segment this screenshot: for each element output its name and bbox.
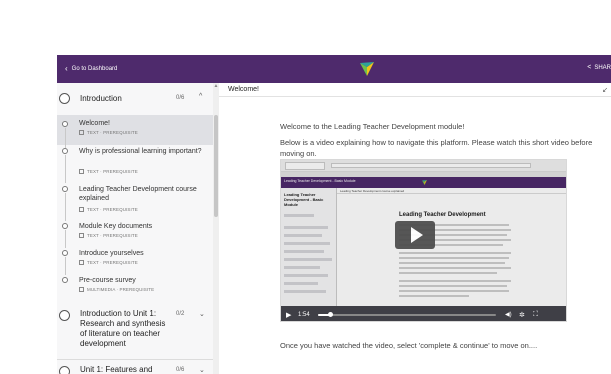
lesson-title: Introduce yourselves [79,250,144,257]
lesson-status-circle [62,186,68,192]
lesson-title: Why is professional learning important? [79,148,202,155]
lesson-meta: TEXT · PREREQUISITE [79,233,138,238]
chevron-up-icon[interactable]: ^ [199,93,202,100]
video-controls: ▶ 1:54 ◀) ✲ ⛶ [281,306,566,321]
section-title: Introduction to Unit 1: Research and syn… [80,309,166,348]
lesson-status-circle [62,250,68,256]
course-sidebar: Introduction 0/6 ^ Welcome! TEXT · PRERE… [57,83,218,374]
text-document-icon [79,130,84,135]
text-document-icon [79,169,84,174]
section-status-circle [59,93,70,104]
lesson-meta-label: TEXT · PREREQUISITE [87,169,138,174]
multimedia-icon [79,287,84,292]
lesson-meta: TEXT · PREREQUISITE [79,207,138,212]
lesson-item-module-key-documents[interactable]: Module Key documents TEXT · PREREQUISITE [57,220,213,247]
chevron-down-icon[interactable]: ⌄ [199,366,205,374]
go-to-dashboard-link[interactable]: ‹ Go to Dashboard [65,65,117,73]
lesson-meta: TEXT · PREREQUISITE [79,130,138,135]
play-icon [410,227,423,243]
completion-instructions: Once you have watched the video, select … [280,341,538,350]
lesson-item-pre-course-survey[interactable]: Pre-course survey MULTIMEDIA · PREREQUIS… [57,274,213,301]
lesson-item-course-explained[interactable]: Leading Teacher Development course expla… [57,183,213,220]
lesson-meta: TEXT · PREREQUISITE [79,260,138,265]
lesson-connector [65,230,66,248]
lesson-header: Welcome! ↙ [219,83,611,97]
section-introduction-to-unit-1[interactable]: Introduction to Unit 1: Research and syn… [57,309,213,349]
text-document-icon [79,207,84,212]
lesson-status-circle [62,148,68,154]
lesson-meta: TEXT · PREREQUISITE [79,169,138,174]
lesson-status-circle [62,277,68,283]
section-status-circle [59,366,70,374]
lesson-meta-label: TEXT · PREREQUISITE [87,130,138,135]
section-status-circle [59,310,70,321]
gear-icon[interactable]: ✲ [519,311,529,319]
section-progress-count: 0/6 [176,367,185,373]
share-label: SHAR [594,64,611,71]
section-progress-count: 0/6 [176,95,185,101]
play-icon[interactable]: ▶ [286,311,294,319]
lesson-status-circle [62,121,68,127]
section-progress-count: 0/2 [176,311,185,317]
video-play-button[interactable] [395,221,435,249]
share-icon: < [587,64,592,71]
video-progress-bar[interactable] [318,311,496,317]
go-to-dashboard-label: Go to Dashboard [71,66,118,72]
intro-text: Welcome to the Leading Teacher Developme… [280,122,465,131]
sidebar-scrollbar-thumb[interactable] [214,115,218,217]
lesson-connector [65,155,66,183]
lesson-meta: MULTIMEDIA · PREREQUISITE [79,287,154,292]
lesson-meta-label: TEXT · PREREQUISITE [87,260,138,265]
lesson-item-welcome[interactable]: Welcome! TEXT · PREREQUISITE [57,115,213,145]
video-player[interactable]: Leading Teacher Development - Basic Modu… [280,159,567,322]
lesson-meta-label: MULTIMEDIA · PREREQUISITE [87,287,155,292]
lesson-meta-label: TEXT · PREREQUISITE [87,233,138,238]
lesson-item-why-professional-learning[interactable]: Why is professional learning important? … [57,145,213,183]
expand-icon[interactable]: ↙ [602,86,608,94]
share-button[interactable]: < SHAR [587,64,611,71]
lesson-meta-label: TEXT · PREREQUISITE [87,207,138,212]
section-unit-1[interactable]: Unit 1: Features and [57,365,213,374]
section-title: Unit 1: Features and [80,365,153,374]
text-document-icon [79,233,84,238]
brand-logo [360,62,374,76]
video-progress-knob[interactable] [328,311,334,317]
chevron-down-icon[interactable]: ⌄ [199,310,205,318]
chevron-left-icon: ‹ [65,64,68,73]
lesson-status-circle [62,223,68,229]
lesson-title: Module Key documents [79,223,153,230]
text-document-icon [79,260,84,265]
lesson-title: Pre-course survey [79,277,136,284]
video-time: 1:54 [298,311,310,318]
course-topbar: ‹ Go to Dashboard < SHAR [57,55,611,83]
volume-icon[interactable]: ◀) [505,311,515,318]
lesson-connector [65,193,66,221]
section-divider [57,359,213,360]
section-title: Introduction [80,94,122,103]
lesson-item-introduce-yourselves[interactable]: Introduce yourselves TEXT · PREREQUISITE [57,247,213,274]
intro-instructions: Below is a video explaining how to navig… [280,138,593,158]
lesson-title: Welcome! [79,120,110,127]
fullscreen-icon[interactable]: ⛶ [533,311,543,319]
lesson-connector [65,257,66,275]
lesson-header-title: Welcome! [228,86,259,93]
section-introduction[interactable]: Introduction [57,93,213,104]
lesson-title: Leading Teacher Development course expla… [79,186,197,202]
